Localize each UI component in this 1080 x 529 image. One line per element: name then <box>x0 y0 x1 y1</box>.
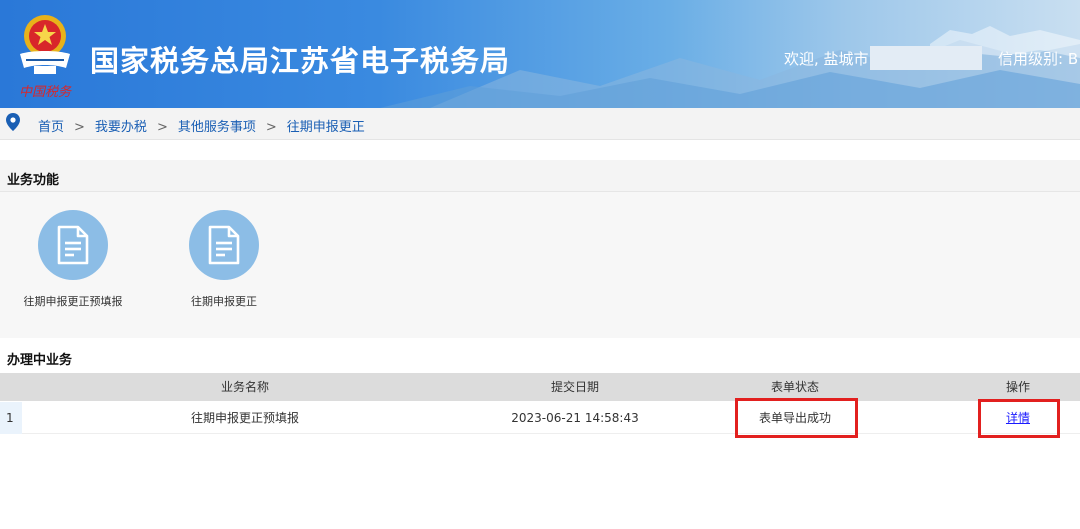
cell-submit-date: 2023-06-21 14:58:43 <box>511 411 639 425</box>
redacted-name-block <box>870 46 982 70</box>
function-label: 往期申报更正预填报 <box>23 295 123 308</box>
breadcrumb: 首页 > 我要办税 > 其他服务事项 > 往期申报更正 <box>0 108 1080 140</box>
column-header-action: 操作 <box>1005 380 1030 394</box>
function-correction[interactable]: 往期申报更正 <box>174 210 274 309</box>
function-label: 往期申报更正 <box>191 295 257 308</box>
cell-business-name: 往期申报更正预填报 <box>190 411 299 425</box>
row-index: 1 <box>0 402 22 434</box>
table-header: 业务名称 提交日期 表单状态 操作 <box>0 373 1080 401</box>
site-title: 国家税务总局江苏省电子税务局 <box>90 44 511 78</box>
location-pin-icon <box>6 113 20 131</box>
breadcrumb-separator: > <box>74 120 85 135</box>
business-functions-panel: 往期申报更正预填报 往期申报更正 <box>0 192 1080 338</box>
section-title: 办理中业务 <box>7 353 73 368</box>
breadcrumb-item[interactable]: 首页 <box>38 120 64 135</box>
function-icon-circle <box>38 210 108 280</box>
document-icon <box>57 225 89 265</box>
column-header-status: 表单状态 <box>770 380 819 394</box>
header-banner: 中国税务 国家税务总局江苏省电子税务局 欢迎, 盐城市 信用级别: B <box>0 0 1080 108</box>
column-header-name: 业务名称 <box>220 380 269 394</box>
breadcrumb-item[interactable]: 我要办税 <box>95 120 147 135</box>
welcome-text: 欢迎, 盐城市 <box>784 50 869 68</box>
column-header-date: 提交日期 <box>550 380 599 394</box>
table-row: 1 往期申报更正预填报 2023-06-21 14:58:43 表单导出成功 详… <box>0 402 1080 434</box>
tax-emblem-logo: 中国税务 <box>12 10 78 102</box>
breadcrumb-separator: > <box>156 120 168 135</box>
breadcrumb-separator: > <box>265 120 277 135</box>
status-highlight-box <box>735 398 858 438</box>
in-progress-header: 办理中业务 <box>0 340 1080 372</box>
credit-level: 信用级别: B <box>998 50 1079 68</box>
function-icon-circle <box>189 210 259 280</box>
breadcrumb-item[interactable]: 往期申报更正 <box>287 120 365 135</box>
business-functions-header: 业务功能 <box>0 160 1080 192</box>
details-highlight-box <box>978 399 1060 438</box>
function-prefill-correction[interactable]: 往期申报更正预填报 <box>23 210 123 309</box>
document-icon <box>208 225 240 265</box>
section-title: 业务功能 <box>7 173 60 188</box>
page: 中国税务 国家税务总局江苏省电子税务局 欢迎, 盐城市 信用级别: B 首页 > 我… <box>0 0 1080 529</box>
seal-text: 中国税务 <box>19 85 72 100</box>
breadcrumb-item[interactable]: 其他服务事项 <box>178 120 256 135</box>
